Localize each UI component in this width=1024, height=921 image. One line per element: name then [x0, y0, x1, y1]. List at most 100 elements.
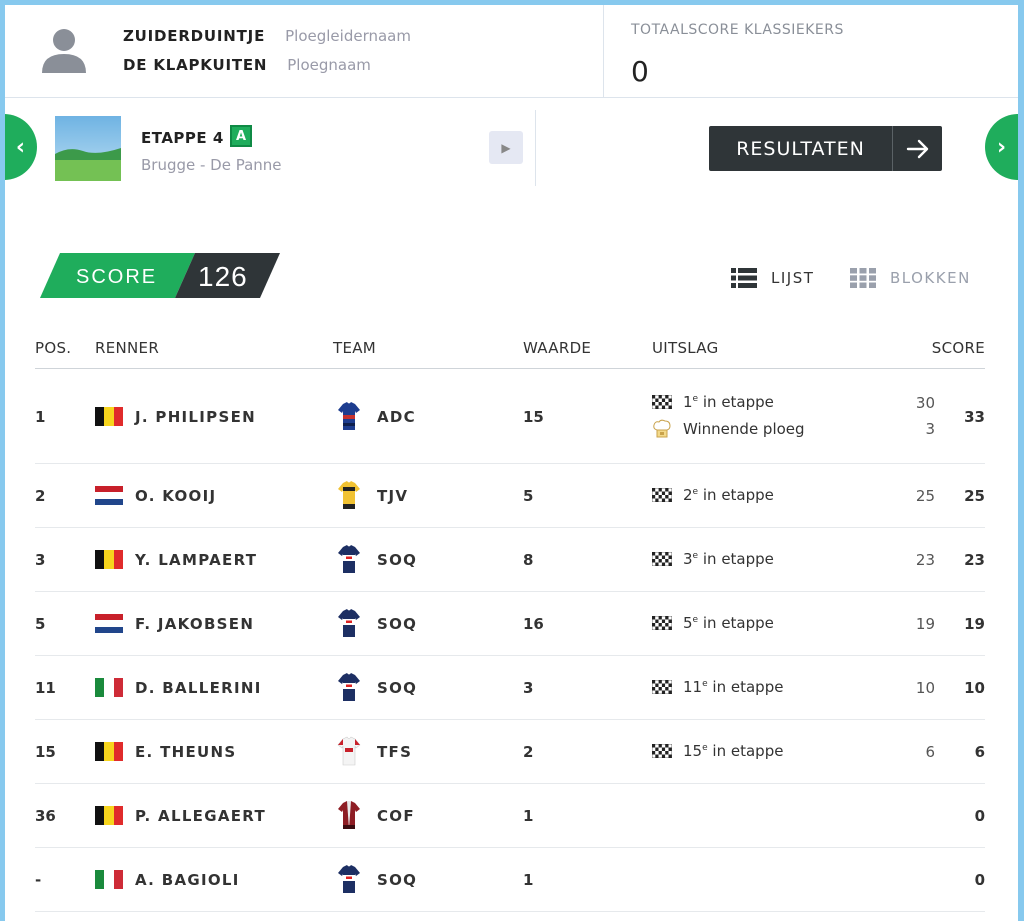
- result-rank: 3: [683, 550, 693, 568]
- rider-value: 15: [523, 408, 544, 426]
- team-name: DE KLAPKUITEN: [123, 56, 268, 74]
- view-list-toggle[interactable]: LIJST: [731, 268, 814, 288]
- checkered-flag-icon: [652, 616, 672, 630]
- flag-it-icon: [95, 678, 123, 697]
- result-rank: 11: [683, 678, 703, 696]
- jersey-cof-icon: [337, 800, 361, 830]
- manager-row: ZUIDERDUINTJE Ploegleidernaam: [123, 27, 411, 45]
- stage-badge: A: [230, 125, 252, 147]
- manager-label: Ploegleidernaam: [285, 27, 411, 45]
- result-description: in etappe: [702, 486, 774, 504]
- result-description: in etappe: [702, 550, 774, 568]
- checkered-flag-icon: [652, 744, 672, 758]
- previous-stage-button[interactable]: ‹: [5, 114, 37, 180]
- flag-nl-icon: [95, 486, 123, 505]
- result-description: Winnende ploeg: [683, 420, 805, 438]
- result-points: 10: [915, 679, 935, 697]
- rider-name[interactable]: J. PHILIPSEN: [135, 408, 256, 426]
- chevron-left-icon: ‹: [15, 134, 25, 160]
- score-label: SCORE: [76, 266, 157, 288]
- table-row[interactable]: 15 E. THEUNS TFS 2 15e in etappe 6 6: [35, 720, 985, 784]
- view-blocks-toggle[interactable]: BLOKKEN: [850, 268, 971, 288]
- flag-be-icon: [95, 806, 123, 825]
- rider-name[interactable]: O. KOOIJ: [135, 487, 216, 505]
- rider-value: 5: [523, 487, 534, 505]
- table-header: POS. RENNER TEAM WAARDE UITSLAG SCORE: [35, 335, 985, 369]
- result-rank: 15: [683, 742, 703, 760]
- row-score: 0: [974, 871, 985, 889]
- rider-value: 2: [523, 743, 534, 761]
- next-stage-button[interactable]: ›: [985, 114, 1018, 180]
- score-banner: SCORE 126: [40, 253, 280, 298]
- result-line: 15e in etappe: [652, 742, 783, 760]
- result-line: 1e in etappe: [652, 393, 774, 411]
- result-rank-suffix: e: [692, 487, 699, 497]
- result-rank-suffix: e: [702, 679, 708, 689]
- row-score: 33: [964, 408, 985, 426]
- team-code: SOQ: [377, 615, 418, 633]
- col-rider: RENNER: [95, 339, 160, 357]
- rider-name[interactable]: D. BALLERINI: [135, 679, 262, 697]
- table-row[interactable]: 36 P. ALLEGAERT COF 1 0: [35, 784, 985, 848]
- row-score: 25: [964, 487, 985, 505]
- manager-name: ZUIDERDUINTJE: [123, 27, 266, 45]
- jersey-soq-icon: [337, 544, 361, 574]
- jersey-soq-icon: [337, 672, 361, 702]
- table-row[interactable]: 5 F. JAKOBSEN SOQ 16 5e in etappe 19 19: [35, 592, 985, 656]
- result-description: in etappe: [702, 614, 774, 632]
- team-label: Ploegnaam: [287, 56, 371, 74]
- table-row[interactable]: 1 J. PHILIPSEN ADC 15 1e in etappe 30 Winnende…: [35, 370, 985, 464]
- col-score: SCORE: [931, 339, 985, 357]
- results-button[interactable]: RESULTATEN: [709, 126, 942, 171]
- table-row[interactable]: 2 O. KOOIJ TJV 5 2e in etappe 25 25: [35, 464, 985, 528]
- team-code: SOQ: [377, 679, 418, 697]
- team-code: TJV: [377, 487, 409, 505]
- row-pos: 11: [35, 679, 56, 697]
- rider-name[interactable]: E. THEUNS: [135, 743, 236, 761]
- result-points: 23: [915, 551, 935, 569]
- stage-profile-image: [55, 116, 121, 181]
- result-description: in etappe: [702, 393, 774, 411]
- results-button-label: RESULTATEN: [736, 137, 865, 160]
- result-text: 15e in etappe: [683, 742, 783, 760]
- rider-name[interactable]: A. BAGIOLI: [135, 871, 240, 889]
- play-icon: ▶: [501, 140, 511, 155]
- chef-hat-icon: [652, 419, 672, 439]
- result-text: 1e in etappe: [683, 393, 774, 411]
- table-row[interactable]: - A. BAGIOLI SOQ 1 0: [35, 848, 985, 912]
- team-code: ADC: [377, 408, 416, 426]
- view-list-label: LIJST: [771, 269, 815, 287]
- result-text: 3e in etappe: [683, 550, 774, 568]
- table-row[interactable]: 3 Y. LAMPAERT SOQ 8 3e in etappe 23 23: [35, 528, 985, 592]
- chevron-right-icon: ›: [997, 134, 1007, 160]
- view-blocks-label: BLOKKEN: [890, 269, 971, 287]
- row-pos: 15: [35, 743, 56, 761]
- stage-play-button[interactable]: ▶: [489, 131, 523, 164]
- flag-be-icon: [95, 407, 123, 426]
- stage-divider: [535, 110, 536, 186]
- result-text: Winnende ploeg: [683, 420, 805, 438]
- row-pos: 3: [35, 551, 46, 569]
- result-text: 2e in etappe: [683, 486, 774, 504]
- row-pos: 36: [35, 807, 56, 825]
- grid-icon: [850, 268, 876, 288]
- result-text: 5e in etappe: [683, 614, 774, 632]
- team-code: TFS: [377, 743, 413, 761]
- col-value: WAARDE: [523, 339, 592, 357]
- row-pos: 1: [35, 408, 46, 426]
- row-score: 10: [964, 679, 985, 697]
- table-row[interactable]: 11 D. BALLERINI SOQ 3 11e in etappe 10 10: [35, 656, 985, 720]
- checkered-flag-icon: [652, 552, 672, 566]
- flag-nl-icon: [95, 614, 123, 633]
- row-score: 23: [964, 551, 985, 569]
- row-score: 0: [974, 807, 985, 825]
- result-line: 3e in etappe: [652, 550, 774, 568]
- col-team: TEAM: [333, 339, 377, 357]
- result-rank: 2: [683, 486, 693, 504]
- rider-name[interactable]: Y. LAMPAERT: [135, 551, 257, 569]
- team-code: COF: [377, 807, 415, 825]
- jersey-tjv-icon: [337, 480, 361, 510]
- rider-name[interactable]: F. JAKOBSEN: [135, 615, 254, 633]
- rider-name[interactable]: P. ALLEGAERT: [135, 807, 266, 825]
- jersey-adc-icon: [337, 401, 361, 431]
